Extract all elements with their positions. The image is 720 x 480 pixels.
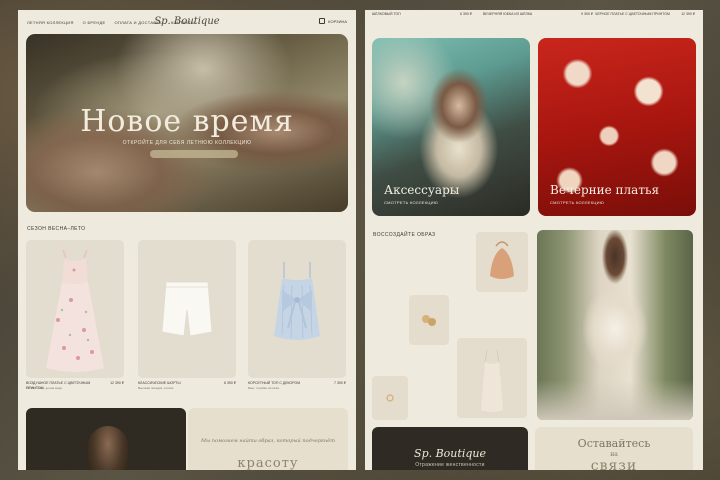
category-label: Аксессуары	[384, 183, 460, 197]
product-card[interactable]: Корсетный топ с декором Бант, голубая по…	[248, 240, 346, 390]
top-product-name[interactable]: Шёлковый топ	[372, 12, 401, 16]
homepage-panel: Летняя коллекция О бренде Оплата и доста…	[18, 10, 356, 470]
product-name[interactable]: Корсетный топ с декором	[248, 381, 318, 386]
product-price: 12 390 ₽	[110, 381, 124, 385]
bag-image	[490, 241, 514, 279]
product-desc: Высокая посадка, хлопок	[138, 386, 174, 390]
beauty-quote: Мы помогаем найти образ, который подчерк…	[200, 438, 336, 444]
catalog-panel: Шёлковый топ 6 390 ₽ Вечерняя юбка из шё…	[365, 10, 703, 470]
product-desc: Лёгкая ткань, длина миди	[26, 386, 63, 390]
top-product-row: Вечерняя юбка из шёлка 9 390 ₽	[483, 10, 593, 18]
hero-title: Новое время	[80, 104, 294, 139]
stay-connected-tile: Оставайтесь на связи	[535, 427, 693, 470]
top-product-row: Черное платье с цветочным принтом 12 390…	[595, 10, 695, 18]
category-link[interactable]: Смотреть коллекцию	[384, 200, 438, 205]
top-product-price: 9 390 ₽	[581, 12, 593, 16]
hero-subtitle: Откройте для себя летнюю коллекцию	[122, 140, 252, 146]
section-title-season: Сезон весна–лето	[27, 226, 86, 232]
top-product-name[interactable]: Черное платье с цветочным принтом	[595, 12, 670, 16]
floral-dress-image	[46, 249, 104, 372]
top-product-row: Шёлковый топ 6 390 ₽	[372, 10, 472, 18]
category-label: Вечерние платья	[550, 183, 660, 197]
top-product-price: 12 390 ₽	[681, 12, 695, 16]
stay-line-2: на	[610, 451, 618, 458]
cart-label: Корзина	[328, 18, 347, 24]
bag-item[interactable]	[476, 232, 528, 292]
shorts-image	[161, 281, 213, 337]
category-link[interactable]: Смотреть коллекцию	[550, 200, 604, 205]
brand-slogan: Отражение женственности	[415, 462, 485, 468]
beauty-word: красоту	[237, 456, 299, 470]
ring-image	[386, 394, 394, 402]
stay-line-3: связи	[590, 458, 638, 470]
nav-item-about[interactable]: О бренде	[83, 20, 106, 25]
site-header: Летняя коллекция О бренде Оплата и доста…	[18, 10, 356, 34]
stay-line-1: Оставайтесь	[577, 437, 651, 450]
white-dress-model-image[interactable]	[537, 230, 693, 420]
cart-button[interactable]: Корзина	[319, 18, 347, 24]
product-image[interactable]	[26, 240, 124, 378]
cart-icon	[319, 18, 326, 24]
bow-top-image	[274, 262, 320, 340]
hero-cta-button[interactable]	[150, 150, 238, 158]
category-tile-accessories[interactable]: Аксессуары Смотреть коллекцию	[372, 38, 530, 216]
brand-tile: Sp. Boutique Отражение женственности	[372, 427, 528, 470]
product-image[interactable]	[248, 240, 346, 378]
slip-dress-item[interactable]	[457, 338, 527, 418]
model-figure-image	[88, 426, 128, 470]
section-title-recreate: Воссоздайте образ	[373, 232, 436, 238]
beauty-tile: Мы помогаем найти образ, который подчерк…	[188, 408, 348, 470]
ring-item[interactable]	[372, 376, 408, 420]
top-product-name[interactable]: Вечерняя юбка из шёлка	[483, 12, 532, 16]
product-price: 7 390 ₽	[334, 381, 346, 385]
brand-logo-footer[interactable]: Sp. Boutique	[372, 447, 528, 460]
brand-logo[interactable]: Sp. Boutique	[154, 16, 219, 27]
earrings-item[interactable]	[409, 295, 449, 345]
product-card[interactable]: Классические шорты Высокая посадка, хлоп…	[138, 240, 236, 390]
product-card[interactable]: Воздушное платье с цветочным принтом Лёг…	[26, 240, 124, 390]
product-name[interactable]: Классические шорты	[138, 381, 208, 386]
product-desc: Бант, голубая полоска	[248, 386, 279, 390]
slip-dress-image	[481, 349, 503, 412]
product-price: 6 390 ₽	[224, 381, 236, 385]
hero-banner: Новое время Откройте для себя летнюю кол…	[26, 34, 348, 212]
earrings-image	[422, 315, 436, 326]
nav-item-summer[interactable]: Летняя коллекция	[27, 20, 74, 25]
product-image[interactable]	[138, 240, 236, 378]
top-product-price: 6 390 ₽	[460, 12, 472, 16]
model-photo-tile	[26, 408, 186, 470]
category-tile-evening[interactable]: Вечерние платья Смотреть коллекцию	[538, 38, 696, 216]
